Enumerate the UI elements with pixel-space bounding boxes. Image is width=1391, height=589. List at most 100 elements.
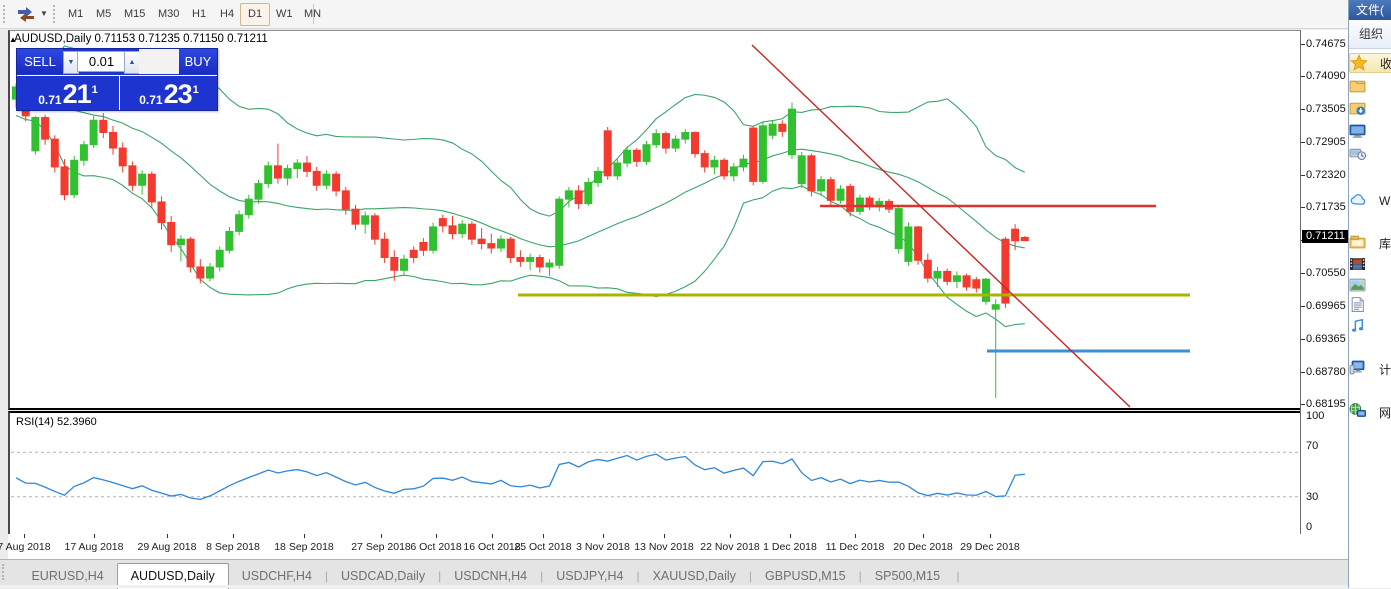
picture-icon — [1358, 278, 1375, 295]
explorer-item-network[interactable]: 网 — [1349, 402, 1391, 422]
rsi-line — [16, 454, 1025, 499]
timeframe-button-m30[interactable]: M30 — [150, 3, 187, 26]
timeframe-button-m5[interactable]: M5 — [88, 3, 119, 26]
candle-body — [934, 271, 941, 278]
price-axis-label: 0.72905 — [1306, 136, 1346, 148]
rsi-indicator-pane[interactable]: RSI(14) 52.3960 — [8, 411, 1302, 536]
date-axis-label: 25 Oct 2018 — [514, 541, 571, 553]
price-axis-label: 0.68195 — [1306, 398, 1346, 410]
rsi-axis-label: 0 — [1306, 521, 1312, 533]
explorer-item-star[interactable]: 收 — [1349, 53, 1391, 73]
explorer-item-picture[interactable] — [1349, 276, 1391, 296]
timeframe-button-h1[interactable]: H1 — [184, 3, 214, 26]
chart-tabs-bar: EURUSD,H4AUDUSD,DailyUSDCHF,H4|USDCAD,Da… — [0, 559, 1348, 586]
candle-body — [187, 239, 194, 267]
candle-body — [983, 279, 990, 301]
explorer-item-desktop[interactable] — [1349, 122, 1391, 142]
tabs-grip[interactable] — [2, 564, 10, 580]
toolbar-grip[interactable] — [3, 5, 8, 23]
main-chart-pane[interactable]: ▲ AUDUSD,Daily 0.71153 0.71235 0.71150 0… — [8, 30, 1302, 410]
candle-body — [789, 109, 796, 155]
candle-body — [148, 174, 155, 202]
buy-button[interactable]: BUY — [179, 49, 217, 74]
candle-body — [507, 239, 514, 257]
candle-body — [973, 280, 980, 288]
candle-body — [342, 191, 349, 209]
candle-body — [1021, 237, 1028, 240]
candle-body — [779, 124, 786, 131]
explorer-item-label: 网 — [1379, 404, 1391, 421]
sell-button[interactable]: SELL — [17, 49, 63, 74]
candle-body — [527, 258, 534, 262]
explorer-item-computer[interactable]: 计 — [1349, 359, 1391, 379]
current-price-badge: 0.71211 — [1302, 230, 1352, 243]
explorer-item-folder-download[interactable] — [1349, 99, 1391, 119]
candle-body — [624, 150, 631, 163]
candle-body — [847, 186, 854, 211]
explorer-item-document[interactable] — [1349, 296, 1391, 316]
explorer-menu-file[interactable]: 文件( — [1349, 0, 1391, 20]
rsi-chart[interactable] — [10, 413, 1302, 535]
candle-body — [895, 209, 902, 249]
date-axis-label: 3 Nov 2018 — [576, 541, 630, 553]
toolbar-grip2[interactable] — [53, 5, 58, 23]
candle-body — [750, 128, 757, 181]
chart-shift-arrows-icon[interactable] — [14, 4, 38, 24]
timeframe-button-m1[interactable]: M1 — [60, 3, 91, 26]
candle-body — [158, 202, 165, 223]
candle-body — [585, 183, 592, 204]
cloud-icon — [1358, 193, 1375, 210]
date-axis-label: 11 Dec 2018 — [826, 541, 885, 553]
timeframe-button-h4[interactable]: H4 — [212, 3, 242, 26]
candle-body — [32, 118, 39, 151]
date-axis[interactable]: 7 Aug 201817 Aug 201829 Aug 20188 Sep 20… — [8, 534, 1348, 559]
candle-body — [265, 166, 272, 184]
rsi-axis-label: 30 — [1306, 491, 1318, 503]
date-axis-label: 6 Oct 2018 — [410, 541, 461, 553]
explorer-item-cloud[interactable]: W — [1349, 191, 1391, 211]
sell-price-prefix: 0.71 — [38, 93, 61, 107]
candle-body — [721, 160, 728, 176]
candle-body — [459, 224, 466, 233]
rsi-axis-label: 100 — [1306, 410, 1324, 422]
sell-price-display[interactable]: 0.71 21 1 — [17, 76, 120, 110]
candle-body — [323, 174, 330, 185]
buy-price-display[interactable]: 0.71 23 1 — [121, 76, 217, 110]
price-axis[interactable]: 0.746750.740900.735050.729050.723200.717… — [1300, 30, 1349, 534]
lot-increase-button[interactable]: ▲ — [124, 51, 140, 74]
candle-body — [226, 231, 233, 250]
candle-body — [595, 171, 602, 182]
candle-body — [924, 260, 931, 278]
candle-body — [837, 189, 844, 200]
candle-body — [672, 139, 679, 148]
explorer-item-folder[interactable] — [1349, 77, 1391, 97]
lot-size-field[interactable]: 0.01 — [77, 51, 126, 72]
price-axis-label: 0.74675 — [1306, 38, 1346, 50]
candle-body — [818, 180, 825, 191]
candle-body — [653, 134, 660, 145]
explorer-item-music[interactable] — [1349, 317, 1391, 337]
explorer-item-recent-places[interactable] — [1349, 144, 1391, 164]
candle-body — [546, 263, 553, 267]
timeframe-button-m15[interactable]: M15 — [116, 3, 153, 26]
candle-body — [633, 150, 640, 161]
price-axis-label: 0.74090 — [1306, 70, 1346, 82]
descending-trendline-red[interactable] — [752, 45, 1130, 407]
dropdown-caret-icon[interactable]: ▼ — [40, 9, 48, 18]
recent-places-icon — [1358, 146, 1375, 163]
candle-body — [730, 167, 737, 176]
explorer-item-library-folder[interactable]: 库 — [1349, 233, 1391, 253]
explorer-item-video[interactable] — [1349, 255, 1391, 275]
desktop-icon — [1358, 124, 1375, 141]
sell-price-big: 21 — [63, 82, 91, 107]
explorer-item-label: 计 — [1379, 361, 1391, 378]
candle-body — [51, 139, 58, 167]
date-axis-label: 29 Aug 2018 — [138, 541, 197, 553]
explorer-organize-button[interactable]: 组织 — [1349, 20, 1391, 49]
music-icon — [1358, 319, 1375, 336]
candle-body — [90, 120, 97, 144]
timeframe-button-d1[interactable]: D1 — [240, 3, 270, 26]
candle-body — [294, 163, 301, 169]
sell-price-sup: 1 — [92, 85, 98, 95]
candle-body — [915, 227, 922, 260]
